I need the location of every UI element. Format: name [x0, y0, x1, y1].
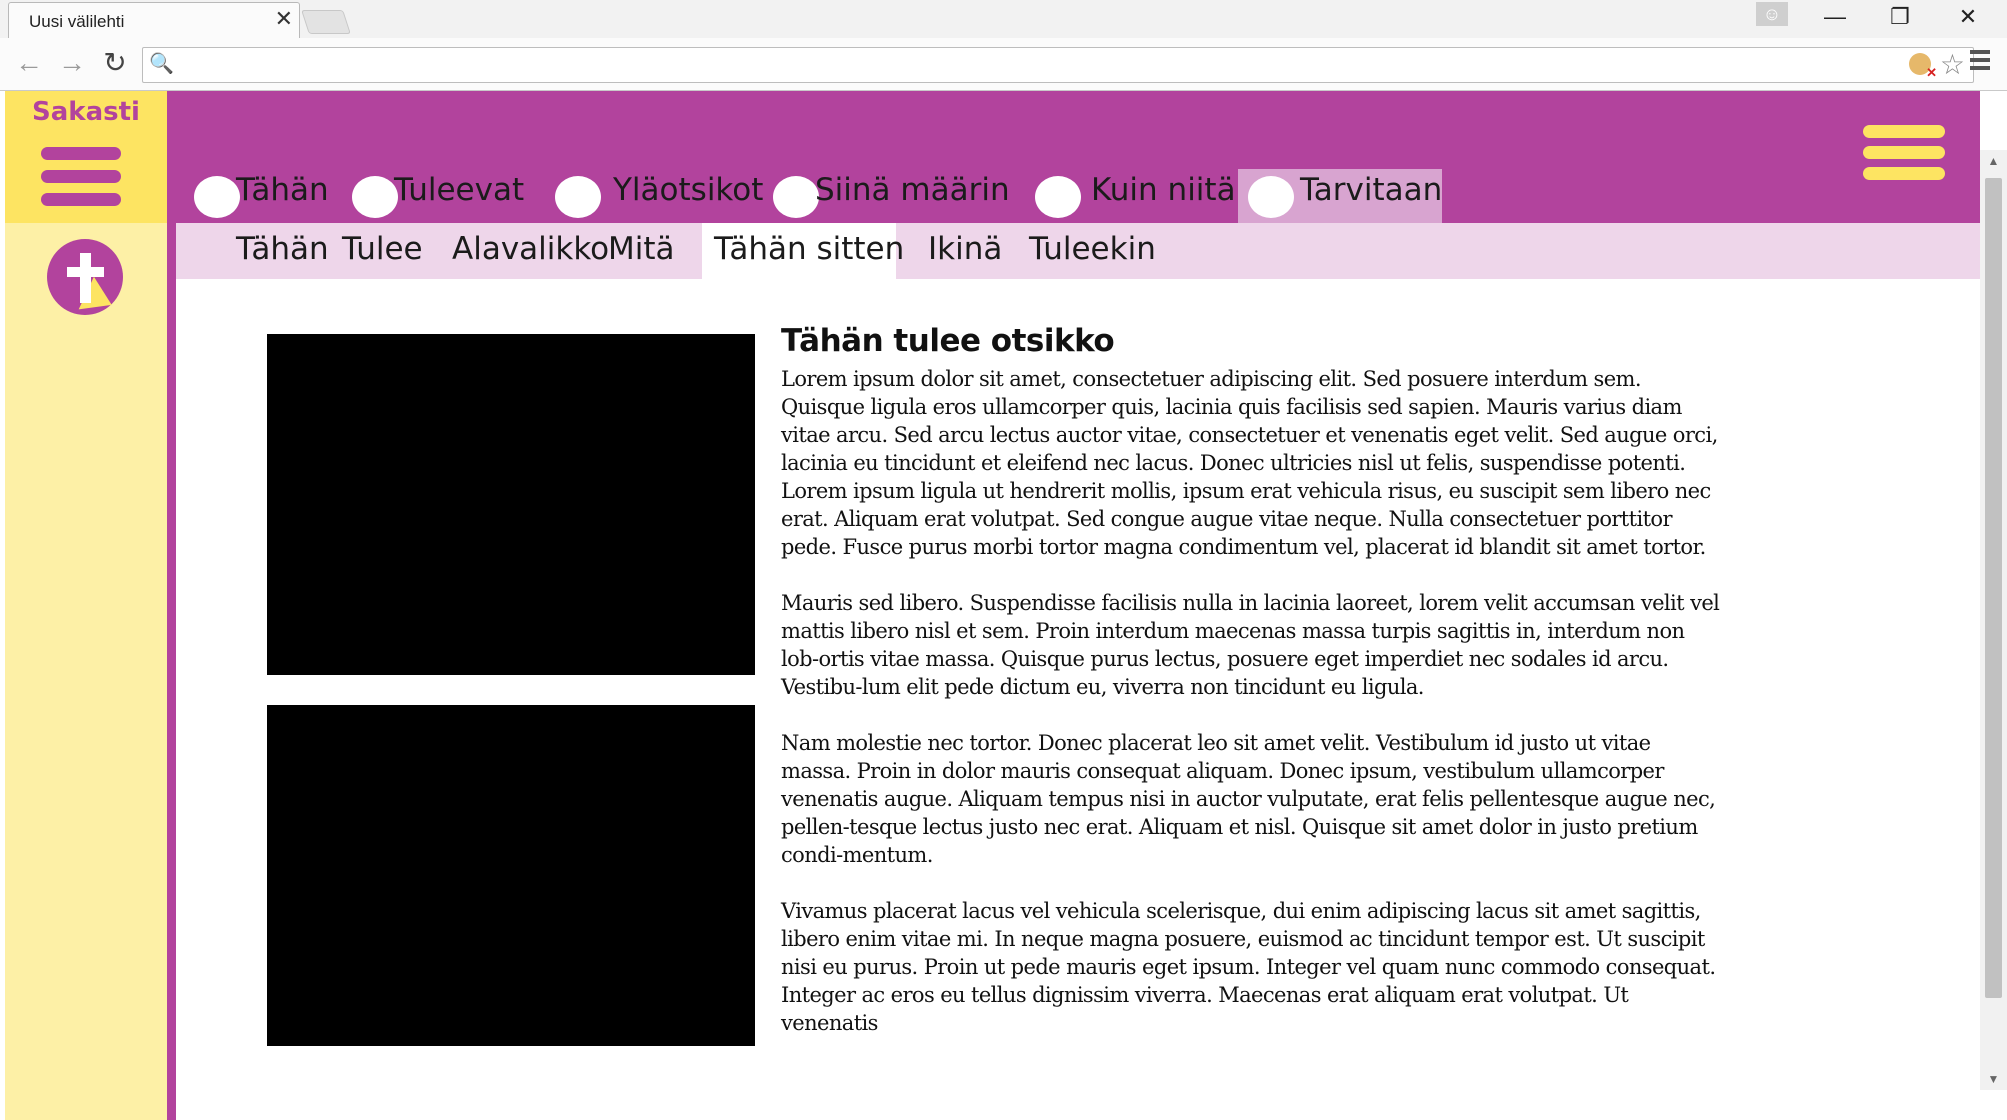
main-nav-item-kuin-niita[interactable]: Kuin niitä: [1021, 169, 1236, 223]
main-nav-item-tuleevat[interactable]: Tuleevat: [338, 169, 524, 223]
user-icon[interactable]: ☺: [1756, 2, 1788, 26]
image-placeholder-2: [267, 705, 755, 1046]
nav-circle-icon: [1248, 176, 1294, 218]
nav-circle-icon: [194, 176, 240, 218]
web-page: Sakasti Tähän Tuleevat Yläotsikot Siinä …: [5, 91, 1980, 1120]
search-icon: 🔍: [149, 53, 174, 75]
main-nav-item-tarvitaan[interactable]: Tarvitaan: [1238, 169, 1442, 223]
reload-button[interactable]: ↻: [98, 46, 132, 80]
new-tab-button[interactable]: [301, 10, 351, 34]
sub-nav-item-tahan[interactable]: Tähän: [236, 223, 329, 279]
main-nav-item-siina-maarin[interactable]: Siinä määrin: [759, 169, 1010, 223]
extension-icon[interactable]: [1909, 53, 1937, 81]
sidebar-header: Sakasti: [5, 91, 167, 223]
sub-navigation: Tähän Tulee Alavalikko Mitä Tähän sitten…: [176, 223, 1980, 279]
nav-circle-icon: [352, 176, 398, 218]
sub-nav-item-mita[interactable]: Mitä: [608, 223, 675, 279]
scrollbar-thumb[interactable]: [1985, 178, 2002, 998]
browser-toolbar: ← → ↻ 🔍 ☆: [0, 38, 2007, 91]
site-brand[interactable]: Sakasti: [5, 97, 167, 127]
sub-nav-item-tahan-sitten[interactable]: Tähän sitten: [702, 223, 904, 279]
sub-nav-item-alavalikko[interactable]: Alavalikko: [452, 223, 609, 279]
sub-nav-item-tulee[interactable]: Tulee: [342, 223, 423, 279]
tab-close-icon[interactable]: ✕: [275, 8, 293, 30]
main-nav-label: Tähän: [236, 172, 329, 208]
restore-button[interactable]: ❐: [1883, 4, 1917, 30]
main-nav-label: Yläotsikot: [613, 172, 764, 208]
article-paragraph-1: Lorem ipsum dolor sit amet, consectetuer…: [781, 367, 1718, 559]
back-button[interactable]: ←: [12, 46, 46, 80]
article: Tähän tulee otsikko Lorem ipsum dolor si…: [781, 323, 1721, 1065]
sidebar-menu-icon[interactable]: [41, 147, 121, 216]
menu-icon[interactable]: [1970, 50, 1990, 74]
nav-circle-icon: [555, 176, 601, 218]
main-nav-label: Kuin niitä: [1091, 172, 1236, 208]
article-paragraph-4: Vivamus placerat lacus vel vehicula scel…: [781, 899, 1716, 1035]
browser-tab-title: Uusi välilehti: [29, 12, 125, 31]
nav-circle-icon: [1035, 176, 1081, 218]
nav-circle-icon: [773, 176, 819, 218]
vertical-scrollbar[interactable]: ▲ ▼: [1980, 150, 2007, 1090]
scroll-up-icon[interactable]: ▲: [1980, 154, 2007, 168]
main-nav-label: Tuleevat: [394, 172, 525, 208]
minimize-button[interactable]: —: [1818, 4, 1852, 30]
sidebar-divider: [167, 91, 176, 1120]
article-title: Tähän tulee otsikko: [781, 323, 1115, 359]
sub-nav-item-ikina[interactable]: Ikinä: [928, 223, 1002, 279]
article-paragraph-2: Mauris sed libero. Suspendisse facilisis…: [781, 591, 1720, 699]
sidebar: Sakasti: [5, 91, 167, 1120]
article-paragraph-3: Nam molestie nec tortor. Donec placerat …: [781, 731, 1716, 867]
main-nav-item-tahan[interactable]: Tähän: [180, 169, 329, 223]
sub-nav-item-tuleekin[interactable]: Tuleekin: [1029, 223, 1156, 279]
main-nav-label: Tarvitaan: [1300, 172, 1443, 208]
main-nav-item-ylaotsikot[interactable]: Yläotsikot: [541, 169, 763, 223]
header-menu-icon[interactable]: [1863, 125, 1945, 188]
browser-tab[interactable]: Uusi välilehti ✕: [8, 2, 300, 39]
cross-logo-icon[interactable]: [47, 239, 123, 322]
forward-button[interactable]: →: [55, 46, 89, 80]
close-window-button[interactable]: ✕: [1951, 4, 1985, 30]
scroll-down-icon[interactable]: ▼: [1980, 1072, 2007, 1086]
address-bar[interactable]: 🔍 ☆: [142, 47, 1974, 83]
main-header: Tähän Tuleevat Yläotsikot Siinä määrin K…: [176, 91, 1980, 223]
image-placeholder-1: [267, 334, 755, 675]
browser-titlebar: Uusi välilehti ✕ ☺ — ❐ ✕: [0, 0, 2007, 39]
main-nav-label: Siinä määrin: [815, 172, 1010, 208]
star-icon[interactable]: ☆: [1940, 48, 1965, 81]
